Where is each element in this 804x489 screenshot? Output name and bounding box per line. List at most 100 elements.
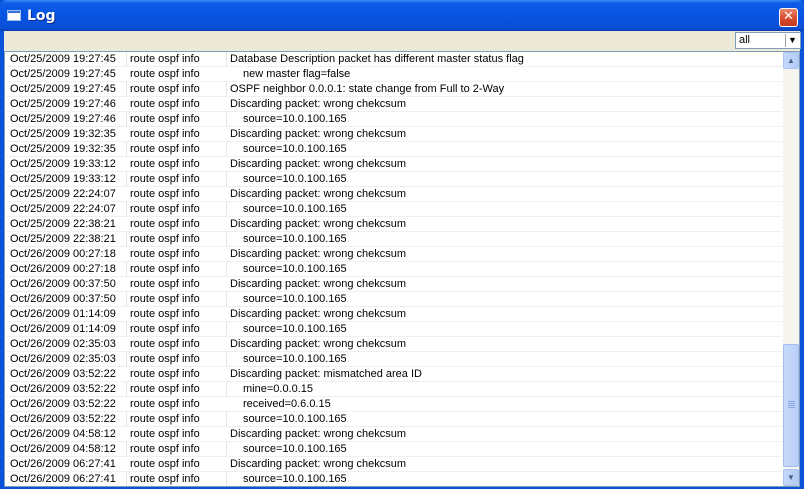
log-topics: route ospf info xyxy=(130,218,200,230)
log-message: Discarding packet: wrong chekcsum xyxy=(230,158,407,170)
log-topics: route ospf info xyxy=(130,293,200,305)
dropdown-arrow-icon[interactable]: ▼ xyxy=(785,34,799,47)
log-topics: route ospf info xyxy=(130,338,200,350)
log-row[interactable]: Oct/25/2009 19:27:45 route ospf info OSPF … xyxy=(6,82,782,97)
log-time: Oct/26/2009 01:14:09 xyxy=(10,308,116,320)
log-row[interactable]: Oct/26/2009 01:14:09 route ospf info Disca… xyxy=(6,307,782,322)
log-row[interactable]: Oct/25/2009 19:27:46 route ospf info Disca… xyxy=(6,97,782,112)
log-row[interactable]: Oct/26/2009 03:52:22 route ospf info recei… xyxy=(6,397,782,412)
log-row[interactable]: Oct/26/2009 01:14:09 route ospf info sourc… xyxy=(6,322,782,337)
log-row[interactable]: Oct/25/2009 19:32:35 route ospf info Disca… xyxy=(6,127,782,142)
log-topics: route ospf info xyxy=(130,368,200,380)
log-topics: route ospf info xyxy=(130,383,200,395)
log-row[interactable]: Oct/26/2009 02:35:03 route ospf info Disca… xyxy=(6,337,782,352)
log-row[interactable]: Oct/26/2009 03:52:22 route ospf info sourc… xyxy=(6,412,782,427)
log-time: Oct/26/2009 03:52:22 xyxy=(10,383,116,395)
close-button[interactable]: ✕ xyxy=(779,8,798,27)
log-message: Discarding packet: wrong chekcsum xyxy=(230,338,407,350)
log-time: Oct/26/2009 00:27:18 xyxy=(10,263,116,275)
log-time: Oct/25/2009 22:24:07 xyxy=(10,203,116,215)
log-row[interactable]: Oct/26/2009 06:27:41 route ospf info sourc… xyxy=(6,472,782,486)
log-message: source=10.0.100.165 xyxy=(243,173,347,185)
log-row[interactable]: Oct/26/2009 00:37:50 route ospf info Disca… xyxy=(6,277,782,292)
log-topics: route ospf info xyxy=(130,158,200,170)
log-row[interactable]: Oct/25/2009 19:27:45 route ospf info Datab… xyxy=(6,52,782,67)
log-topics: route ospf info xyxy=(130,323,200,335)
title-bar[interactable]: Log ✕ xyxy=(0,0,804,31)
log-topics: route ospf info xyxy=(130,98,200,110)
log-topics: route ospf info xyxy=(130,53,200,65)
log-message: new master flag=false xyxy=(243,68,351,80)
log-row[interactable]: Oct/25/2009 22:24:07 route ospf info Disca… xyxy=(6,187,782,202)
log-topics: route ospf info xyxy=(130,473,200,485)
thumb-grip xyxy=(788,401,795,409)
log-topics: route ospf info xyxy=(130,353,200,365)
scroll-down-icon: ▼ xyxy=(787,473,795,482)
log-topics: route ospf info xyxy=(130,203,200,215)
log-time: Oct/26/2009 00:37:50 xyxy=(10,293,116,305)
log-topics: route ospf info xyxy=(130,308,200,320)
log-topics: route ospf info xyxy=(130,83,200,95)
scroll-thumb[interactable] xyxy=(783,344,799,467)
log-time: Oct/26/2009 02:35:03 xyxy=(10,338,116,350)
log-message: source=10.0.100.165 xyxy=(243,233,347,245)
log-message: Discarding packet: wrong chekcsum xyxy=(230,248,407,260)
log-topics: route ospf info xyxy=(130,248,200,260)
log-row[interactable]: Oct/25/2009 19:27:46 route ospf info sourc… xyxy=(6,112,782,127)
log-row[interactable]: Oct/26/2009 04:58:12 route ospf info sourc… xyxy=(6,442,782,457)
log-row[interactable]: Oct/26/2009 04:58:12 route ospf info Disca… xyxy=(6,427,782,442)
log-row[interactable]: Oct/26/2009 00:27:18 route ospf info Disca… xyxy=(6,247,782,262)
log-message: source=10.0.100.165 xyxy=(243,263,347,275)
log-topics: route ospf info xyxy=(130,128,200,140)
log-message: Discarding packet: wrong chekcsum xyxy=(230,278,407,290)
log-message: source=10.0.100.165 xyxy=(243,293,347,305)
log-rows: Oct/25/2009 19:27:45 route ospf info Datab… xyxy=(6,52,782,486)
log-message: Discarding packet: wrong chekcsum xyxy=(230,128,407,140)
log-time: Oct/26/2009 06:27:41 xyxy=(10,458,116,470)
log-time: Oct/25/2009 19:27:46 xyxy=(10,98,116,110)
log-time: Oct/25/2009 19:27:45 xyxy=(10,83,116,95)
log-row[interactable]: Oct/26/2009 06:27:41 route ospf info Disca… xyxy=(6,457,782,472)
log-time: Oct/25/2009 19:27:46 xyxy=(10,113,116,125)
log-row[interactable]: Oct/25/2009 22:38:21 route ospf info Disca… xyxy=(6,217,782,232)
log-time: Oct/25/2009 22:38:21 xyxy=(10,233,116,245)
log-topics: route ospf info xyxy=(130,188,200,200)
log-row[interactable]: Oct/25/2009 19:33:12 route ospf info Disca… xyxy=(6,157,782,172)
log-message: source=10.0.100.165 xyxy=(243,473,347,485)
log-message: Discarding packet: wrong chekcsum xyxy=(230,98,407,110)
log-row[interactable]: Oct/26/2009 03:52:22 route ospf info Disca… xyxy=(6,367,782,382)
log-message: source=10.0.100.165 xyxy=(243,113,347,125)
log-message: source=10.0.100.165 xyxy=(243,353,347,365)
log-row[interactable]: Oct/25/2009 19:33:12 route ospf info sourc… xyxy=(6,172,782,187)
log-row[interactable]: Oct/25/2009 22:38:21 route ospf info sourc… xyxy=(6,232,782,247)
log-time: Oct/25/2009 19:32:35 xyxy=(10,143,116,155)
log-topics: route ospf info xyxy=(130,278,200,290)
log-topics: route ospf info xyxy=(130,413,200,425)
log-time: Oct/26/2009 06:27:41 xyxy=(10,473,116,485)
log-time: Oct/25/2009 19:27:45 xyxy=(10,53,116,65)
scroll-down-button[interactable]: ▼ xyxy=(783,469,799,486)
log-time: Oct/25/2009 22:24:07 xyxy=(10,188,116,200)
log-time: Oct/25/2009 19:33:12 xyxy=(10,158,116,170)
log-message: source=10.0.100.165 xyxy=(243,143,347,155)
log-time: Oct/26/2009 03:52:22 xyxy=(10,368,116,380)
log-message: Discarding packet: wrong chekcsum xyxy=(230,308,407,320)
scroll-up-button[interactable]: ▲ xyxy=(783,52,799,69)
log-row[interactable]: Oct/26/2009 03:52:22 route ospf info mine=… xyxy=(6,382,782,397)
vertical-scrollbar[interactable]: ▲ ▼ xyxy=(783,52,799,486)
log-window: Log ✕ all ▼ Oct/25/2009 19:27:45 route os… xyxy=(0,0,804,489)
topic-filter-select[interactable]: all ▼ xyxy=(735,32,801,49)
log-time: Oct/26/2009 02:35:03 xyxy=(10,353,116,365)
log-row[interactable]: Oct/26/2009 00:37:50 route ospf info sourc… xyxy=(6,292,782,307)
log-row[interactable]: Oct/25/2009 19:32:35 route ospf info sourc… xyxy=(6,142,782,157)
log-list[interactable]: Oct/25/2009 19:27:45 route ospf info Datab… xyxy=(4,51,800,487)
log-row[interactable]: Oct/25/2009 22:24:07 route ospf info sourc… xyxy=(6,202,782,217)
log-row[interactable]: Oct/26/2009 02:35:03 route ospf info sourc… xyxy=(6,352,782,367)
log-row[interactable]: Oct/25/2009 19:27:45 route ospf info new m… xyxy=(6,67,782,82)
log-topics: route ospf info xyxy=(130,68,200,80)
log-row[interactable]: Oct/26/2009 00:27:18 route ospf info sourc… xyxy=(6,262,782,277)
log-topics: route ospf info xyxy=(130,143,200,155)
log-message: Discarding packet: wrong chekcsum xyxy=(230,188,407,200)
log-message: Database Description packet has differen… xyxy=(230,53,524,65)
scroll-up-icon: ▲ xyxy=(787,56,795,65)
